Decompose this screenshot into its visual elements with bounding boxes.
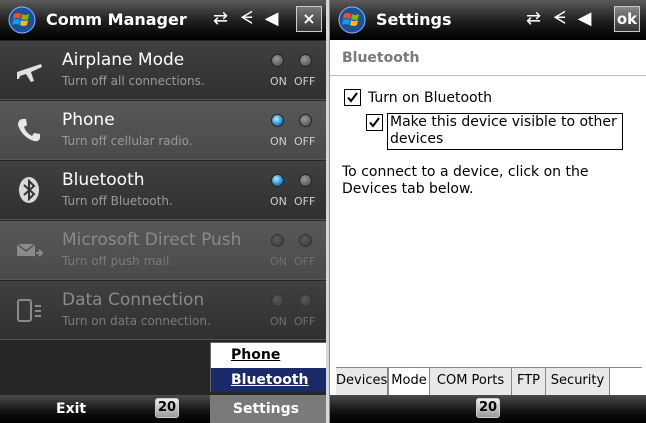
comm-manager-screen: Comm Manager ⇄ ᗕ ◀ × Airplane Mode Turn … [0, 0, 327, 423]
off-label: OFF [294, 195, 316, 208]
close-button[interactable]: × [296, 6, 322, 32]
row-bluetooth[interactable]: Bluetooth Turn off Bluetooth. ON OFF [0, 161, 327, 220]
bluetooth-on-radio[interactable] [271, 174, 284, 187]
turn-on-bluetooth-label: Turn on Bluetooth [368, 90, 492, 106]
data-connection-off-radio [299, 294, 312, 307]
phone-off-radio[interactable] [299, 114, 312, 127]
settings-tabs: Devices Mode COM Ports FTP Security [336, 367, 642, 395]
keyboard-icon[interactable]: 20 [155, 398, 179, 418]
keyboard-icon[interactable]: 20 [476, 398, 500, 418]
on-label: ON [270, 75, 287, 88]
status-icons: ⇄ ᗕ ◀ [213, 8, 281, 29]
settings-titlebar: Settings ⇄ ᗕ ◀ ok [330, 0, 646, 40]
signal-icon: ᗕ [239, 8, 256, 29]
data-connection-icon [17, 299, 41, 322]
on-label: ON [270, 135, 287, 148]
row-subtitle: Turn off cellular radio. [62, 134, 193, 148]
tab-devices[interactable]: Devices [336, 368, 388, 395]
connectivity-icon: ⇄ [526, 8, 545, 29]
status-icons: ⇄ ᗕ ◀ [526, 8, 594, 29]
direct-push-on-radio [271, 234, 284, 247]
windows-start-icon[interactable] [338, 6, 366, 34]
row-title: Airplane Mode [62, 50, 185, 70]
visible-label-line2: devices [390, 131, 444, 147]
volume-icon: ◀ [264, 8, 282, 29]
row-subtitle: Turn off push mail. [62, 254, 174, 268]
menu-item-bluetooth[interactable]: Bluetooth [211, 368, 326, 392]
turn-on-bluetooth-checkbox[interactable] [344, 89, 361, 106]
settings-screen: Settings ⇄ ᗕ ◀ ok Bluetooth Turn on Blue… [329, 0, 646, 423]
app-title: Settings [376, 10, 452, 29]
bluetooth-icon [19, 177, 39, 203]
airplane-off-radio[interactable] [299, 54, 312, 67]
bluetooth-off-radio[interactable] [299, 174, 312, 187]
airplane-on-radio[interactable] [271, 54, 284, 67]
menu-item-phone[interactable]: Phone [211, 343, 326, 367]
info-text: To connect to a device, click on the Dev… [342, 164, 589, 197]
row-subtitle: Turn off Bluetooth. [62, 194, 173, 208]
row-subtitle: Turn on data connection. [62, 314, 211, 328]
data-connection-on-radio [271, 294, 284, 307]
tab-ftp[interactable]: FTP [512, 368, 546, 395]
signal-icon: ᗕ [552, 8, 569, 29]
settings-softkey[interactable]: Settings [233, 401, 299, 417]
phone-on-radio[interactable] [271, 114, 284, 127]
connectivity-icon: ⇄ [213, 8, 232, 29]
checkmark-icon [369, 117, 380, 128]
on-label: ON [270, 195, 287, 208]
off-label: OFF [294, 315, 316, 328]
volume-icon: ◀ [577, 8, 595, 29]
off-label: OFF [294, 135, 316, 148]
on-label: ON [270, 315, 287, 328]
app-title: Comm Manager [46, 10, 187, 29]
off-label: OFF [294, 255, 316, 268]
row-title: Microsoft Direct Push [62, 230, 242, 250]
row-airplane-mode[interactable]: Airplane Mode Turn off all connections. … [0, 41, 327, 100]
windows-start-icon[interactable] [8, 6, 36, 34]
row-title: Bluetooth [62, 170, 145, 190]
tab-security[interactable]: Security [546, 368, 610, 395]
exit-softkey[interactable]: Exit [56, 401, 86, 417]
settings-popup-menu: Phone Bluetooth [210, 342, 327, 392]
phone-icon [18, 119, 40, 142]
push-mail-icon [16, 243, 44, 257]
ok-button[interactable]: ok [614, 6, 640, 32]
menu-item-label: Phone [231, 347, 281, 363]
tab-mode[interactable]: Mode [388, 367, 430, 395]
comm-manager-softkey-bar: Exit 20 Settings [0, 395, 327, 423]
menu-item-label: Bluetooth [231, 372, 309, 388]
comm-manager-titlebar: Comm Manager ⇄ ᗕ ◀ × [0, 0, 327, 40]
row-title: Phone [62, 110, 115, 130]
row-direct-push: Microsoft Direct Push Turn off push mail… [0, 221, 327, 280]
row-phone[interactable]: Phone Turn off cellular radio. ON OFF [0, 101, 327, 160]
direct-push-off-radio [299, 234, 312, 247]
settings-softkey-bar: 20 [330, 395, 646, 423]
airplane-icon [17, 64, 42, 82]
section-header: Bluetooth [330, 41, 646, 76]
row-subtitle: Turn off all connections. [62, 74, 205, 88]
off-label: OFF [294, 75, 316, 88]
row-data-connection: Data Connection Turn on data connection.… [0, 281, 327, 340]
tab-com-ports[interactable]: COM Ports [430, 368, 512, 395]
row-title: Data Connection [62, 290, 205, 310]
visible-checkbox[interactable] [366, 114, 383, 131]
checkmark-icon [347, 92, 358, 103]
on-label: ON [270, 255, 287, 268]
visible-label-line1: Make this device visible to other [390, 114, 617, 130]
